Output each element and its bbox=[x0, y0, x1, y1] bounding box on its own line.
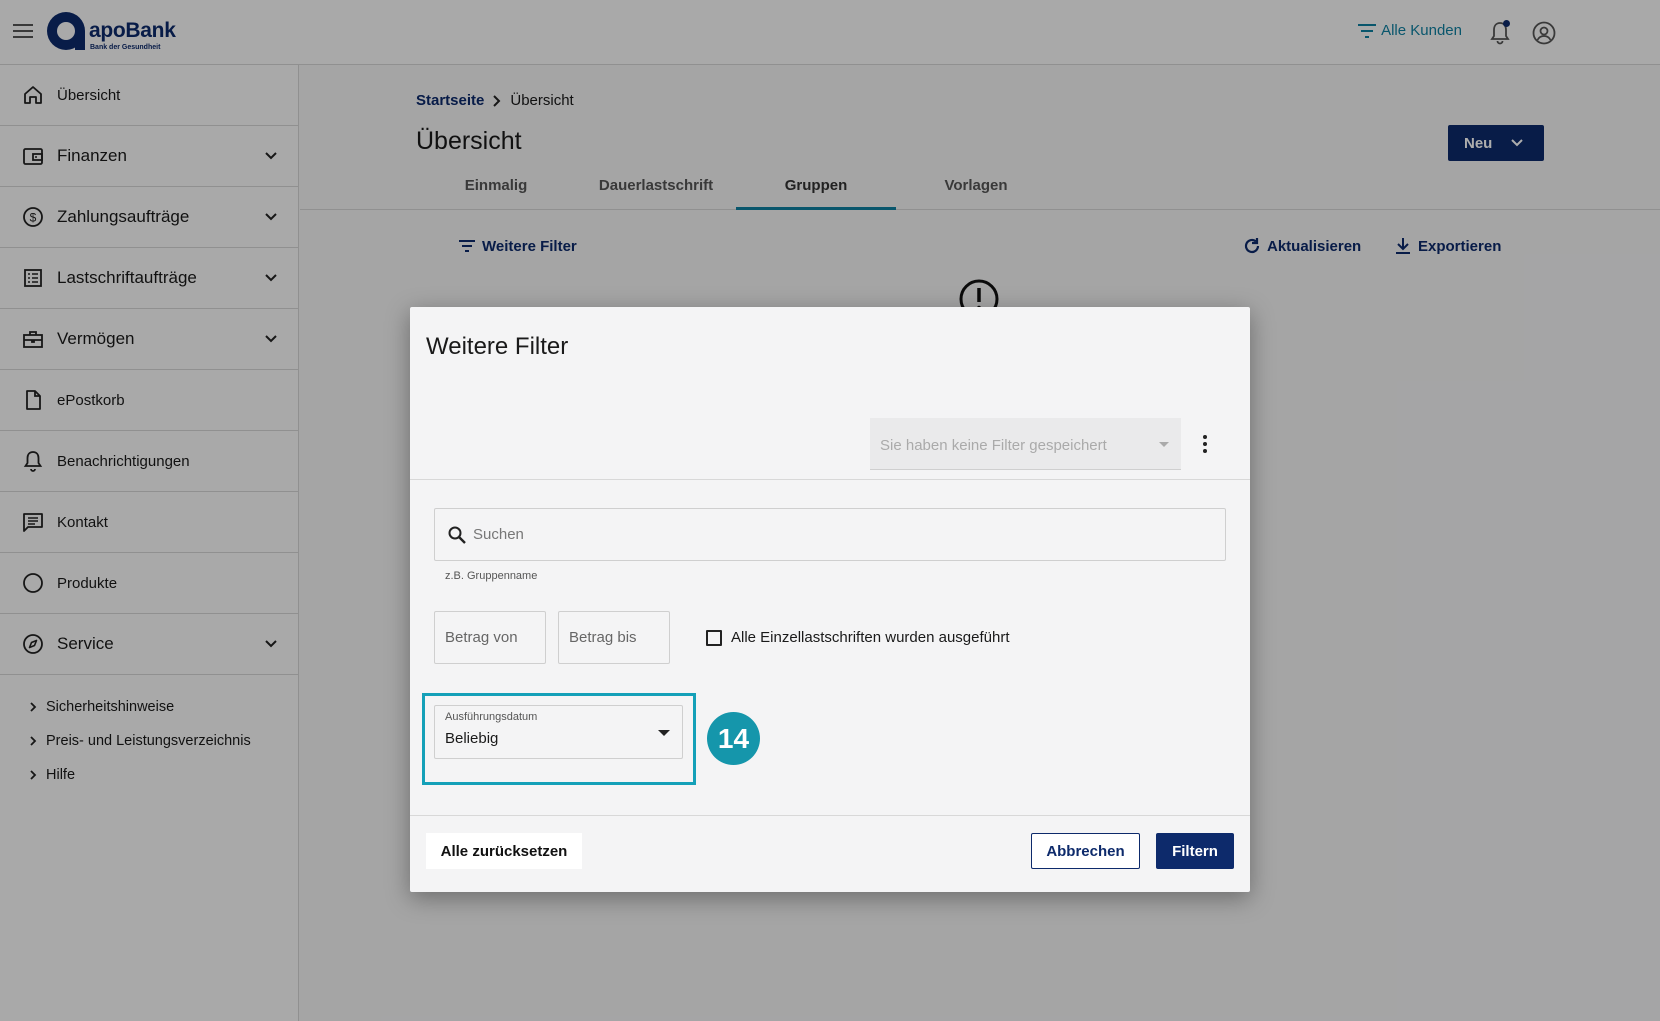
search-input[interactable] bbox=[473, 526, 1173, 543]
execution-date-value: Beliebig bbox=[445, 730, 499, 747]
all-executed-option[interactable]: Alle Einzellastschriften wurden ausgefüh… bbox=[706, 629, 1009, 646]
search-field[interactable] bbox=[434, 508, 1226, 561]
search-icon bbox=[448, 526, 466, 544]
divider bbox=[410, 479, 1250, 480]
apply-filter-button[interactable]: Filtern bbox=[1156, 833, 1234, 869]
dialog-title: Weitere Filter bbox=[426, 333, 569, 360]
more-options-icon[interactable] bbox=[1193, 430, 1217, 458]
execution-date-label: Ausführungsdatum bbox=[445, 711, 538, 723]
saved-filters-placeholder: Sie haben keine Filter gespeichert bbox=[880, 437, 1107, 454]
dropdown-arrow-icon bbox=[1159, 442, 1169, 447]
search-hint: z.B. Gruppenname bbox=[445, 570, 538, 582]
divider bbox=[410, 815, 1250, 816]
all-executed-checkbox[interactable] bbox=[706, 629, 722, 646]
saved-filters-select[interactable]: Sie haben keine Filter gespeichert bbox=[870, 418, 1181, 470]
execution-date-select[interactable]: Ausführungsdatum Beliebig bbox=[434, 705, 683, 759]
step-number-badge: 14 bbox=[707, 712, 760, 765]
more-filters-dialog: Weitere Filter Sie haben keine Filter ge… bbox=[410, 307, 1250, 892]
reset-all-button[interactable]: Alle zurücksetzen bbox=[426, 833, 582, 869]
amount-from-input[interactable] bbox=[445, 612, 540, 663]
amount-to-field[interactable] bbox=[558, 611, 670, 664]
dropdown-arrow-icon bbox=[658, 730, 670, 736]
all-executed-label: Alle Einzellastschriften wurden ausgefüh… bbox=[731, 629, 1010, 646]
cancel-button[interactable]: Abbrechen bbox=[1031, 833, 1140, 869]
amount-to-input[interactable] bbox=[569, 612, 664, 663]
amount-from-field[interactable] bbox=[434, 611, 546, 664]
